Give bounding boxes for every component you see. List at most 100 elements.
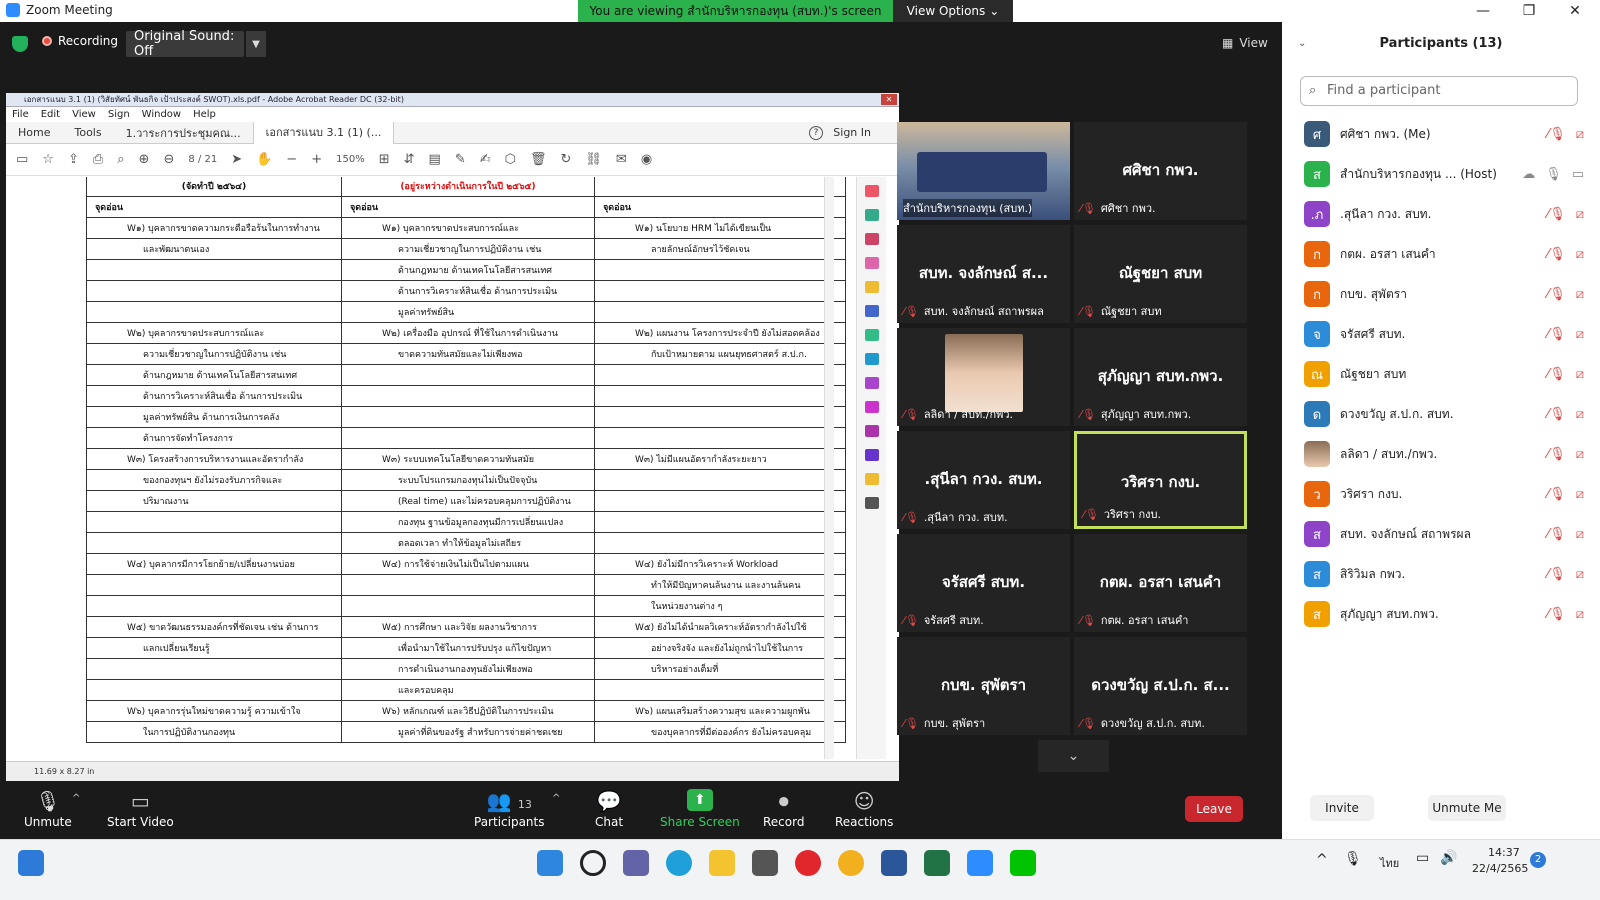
view-options-button[interactable]: View Options ⌄: [893, 0, 1013, 22]
scan-icon[interactable]: [864, 329, 879, 341]
participant-row[interactable]: ณ ณัฐชยา สบท ⁄🎙 ⧄: [1282, 354, 1600, 394]
edge-icon[interactable]: [666, 850, 692, 876]
video-tile[interactable]: ณัฐชยา สบท ⁄🎙 ณัฐชยา สบท: [1074, 225, 1247, 323]
leave-button[interactable]: Leave: [1185, 796, 1243, 822]
rotate-icon[interactable]: ↻: [561, 152, 572, 167]
hand-tool-icon[interactable]: ✋: [256, 152, 272, 167]
chevron-up-icon[interactable]: ^: [552, 793, 560, 804]
page-up-icon[interactable]: ⊕: [139, 152, 150, 167]
language-indicator[interactable]: ไทย: [1380, 854, 1399, 872]
star-icon[interactable]: ☆: [42, 152, 54, 167]
chrome-icon[interactable]: [838, 850, 864, 876]
participant-row[interactable]: ส สุภัญญา สบท.กพว. ⁄🎙 ⧄: [1282, 594, 1600, 634]
participant-row[interactable]: ว วริศรา กงบ. ⁄🎙 ⧄: [1282, 474, 1600, 514]
unmute-me-button[interactable]: Unmute Me: [1428, 795, 1506, 821]
fit-icon[interactable]: ⊞: [379, 152, 390, 167]
search-icon[interactable]: [580, 850, 606, 876]
participant-row[interactable]: ก กบข. สุพัตรา ⁄🎙 ⧄: [1282, 274, 1600, 314]
video-tile[interactable]: ดวงขวัญ ส.ป.ก. ส... ⁄🎙 ดวงขวัญ ส.ป.ก. สบท.: [1074, 637, 1247, 735]
file-explorer-icon[interactable]: [709, 850, 735, 876]
link-icon[interactable]: ⛓: [585, 152, 602, 167]
select-cursor-icon[interactable]: ➤: [231, 152, 242, 167]
original-sound-button[interactable]: Original Sound: Off: [126, 29, 244, 59]
page-current[interactable]: 8: [188, 154, 194, 165]
comment-icon[interactable]: [864, 281, 879, 293]
zoom-in-icon[interactable]: +: [311, 152, 322, 167]
line-icon[interactable]: [1010, 850, 1036, 876]
view-button[interactable]: ▦ View: [1222, 36, 1268, 50]
mail-icon[interactable]: ✉: [616, 152, 627, 167]
pdf-page[interactable]: (จัดทำปี ๒๕๖๔) (อยู่ระหว่างดำเนินการในปี…: [6, 177, 846, 759]
redact-icon[interactable]: [864, 473, 879, 485]
video-tile[interactable]: กบข. สุพัตรา ⁄🎙 กบข. สุพัตรา: [897, 637, 1070, 735]
participant-row[interactable]: จ จรัสศรี สบท. ⁄🎙 ⧄: [1282, 314, 1600, 354]
tab-doc-1[interactable]: 1.วาระการประชุมคณ...: [114, 124, 253, 142]
participant-row[interactable]: ส สิริวิมล กพว. ⁄🎙 ⧄: [1282, 554, 1600, 594]
video-tile[interactable]: สำนักบริหารกองทุน (สบท.): [897, 122, 1070, 220]
organize-icon[interactable]: [864, 305, 879, 317]
widgets-icon[interactable]: [18, 850, 44, 876]
highlight-icon[interactable]: ✎: [455, 152, 466, 167]
close-button[interactable]: ✕: [1552, 0, 1598, 22]
edit-pdf-icon[interactable]: [864, 233, 879, 245]
protect-icon[interactable]: [864, 353, 879, 365]
participant-search-input[interactable]: ⌕ Find a participant: [1300, 76, 1578, 106]
participant-row[interactable]: .ภ .สุนีลา กวง. สบท. ⁄🎙 ⧄: [1282, 194, 1600, 234]
page-number[interactable]: 8 / 21: [188, 154, 217, 165]
zoom-icon[interactable]: [967, 850, 993, 876]
chat-button[interactable]: 💬 Chat: [595, 789, 623, 829]
help-icon[interactable]: ?: [809, 125, 823, 140]
pdf-scrollbar[interactable]: [824, 177, 834, 759]
participant-row[interactable]: ศ ศศิชา กพว. (Me) ⁄🎙 ⧄: [1282, 114, 1600, 154]
calculator-icon[interactable]: [752, 850, 778, 876]
fill-sign-icon[interactable]: [864, 377, 879, 389]
zoom-search-icon[interactable]: ⌕: [117, 152, 124, 167]
volume-icon[interactable]: 🔊: [1440, 850, 1457, 866]
chevron-up-icon[interactable]: ^: [72, 793, 80, 804]
participant-row[interactable]: ส สบท. จงลักษณ์ สถาพรผล ⁄🎙 ⧄: [1282, 514, 1600, 554]
recording-indicator[interactable]: Recording: [42, 34, 118, 48]
stamp-icon[interactable]: ⬡: [505, 152, 516, 167]
participant-row[interactable]: ส สำนักบริหารกองทุน ... (Host) ☁ 🎙 ▭: [1282, 154, 1600, 194]
comment-icon[interactable]: ▤: [429, 152, 441, 167]
share-icon[interactable]: ◉: [641, 152, 652, 167]
video-tile[interactable]: ศศิชา กพว. ⁄🎙 ศศิชา กพว.: [1074, 122, 1247, 220]
delete-icon[interactable]: 🗑: [530, 152, 547, 167]
maximize-button[interactable]: ❐: [1506, 0, 1552, 22]
opera-icon[interactable]: [795, 850, 821, 876]
excel-icon[interactable]: [924, 850, 950, 876]
compress-icon[interactable]: [864, 425, 879, 437]
close-icon[interactable]: ✕: [881, 94, 897, 105]
sign-icon[interactable]: ✍: [480, 152, 491, 167]
clock-date[interactable]: 22/4/2565: [1472, 862, 1528, 875]
menu-sign[interactable]: Sign: [108, 109, 130, 120]
menu-file[interactable]: File: [12, 109, 29, 120]
word-icon[interactable]: [881, 850, 907, 876]
create-pdf-icon[interactable]: [864, 209, 879, 221]
mic-icon[interactable]: 🎙: [1344, 851, 1362, 867]
teams-icon[interactable]: [623, 850, 649, 876]
print-icon[interactable]: ⎙: [93, 152, 103, 167]
tools-icon[interactable]: [864, 497, 879, 509]
combine-icon[interactable]: [864, 257, 879, 269]
certificates-icon[interactable]: [864, 449, 879, 461]
page-down-icon[interactable]: ⊖: [163, 152, 174, 167]
video-tile[interactable]: สบท. จงลักษณ์ ส... ⁄🎙 สบท. จงลักษณ์ สถาพรผ…: [897, 225, 1070, 323]
minimize-button[interactable]: —: [1460, 0, 1506, 22]
participant-row[interactable]: ก กตผ. อรสา เสนคำ ⁄🎙 ⧄: [1282, 234, 1600, 274]
video-tile[interactable]: จรัสศรี สบท. ⁄🎙 จรัสศรี สบท.: [897, 534, 1070, 632]
video-tile[interactable]: .สุนีลา กวง. สบท. ⁄🎙 .สุนีลา กวง. สบท.: [897, 431, 1070, 529]
tab-doc-2[interactable]: เอกสารแนบ 3.1 (1) (...: [252, 121, 395, 144]
start-video-button[interactable]: ▭ Start Video: [107, 789, 174, 829]
tab-tools[interactable]: Tools: [62, 126, 113, 139]
save-icon[interactable]: ▭: [16, 152, 28, 167]
video-tile[interactable]: วริศรา กงบ. ⁄🎙 วริศรา กงบ.: [1074, 431, 1247, 529]
zoom-out-icon[interactable]: −: [286, 152, 297, 167]
video-tile[interactable]: ⁄🎙 ลลิดา / สบท./กพว.: [897, 328, 1070, 426]
menu-window[interactable]: Window: [142, 109, 181, 120]
chevron-up-icon[interactable]: ^: [1316, 852, 1328, 868]
menu-help[interactable]: Help: [193, 109, 216, 120]
shield-icon[interactable]: [12, 36, 28, 52]
export-pdf-icon[interactable]: [864, 185, 879, 197]
sign-in-link[interactable]: Sign In: [821, 126, 883, 139]
